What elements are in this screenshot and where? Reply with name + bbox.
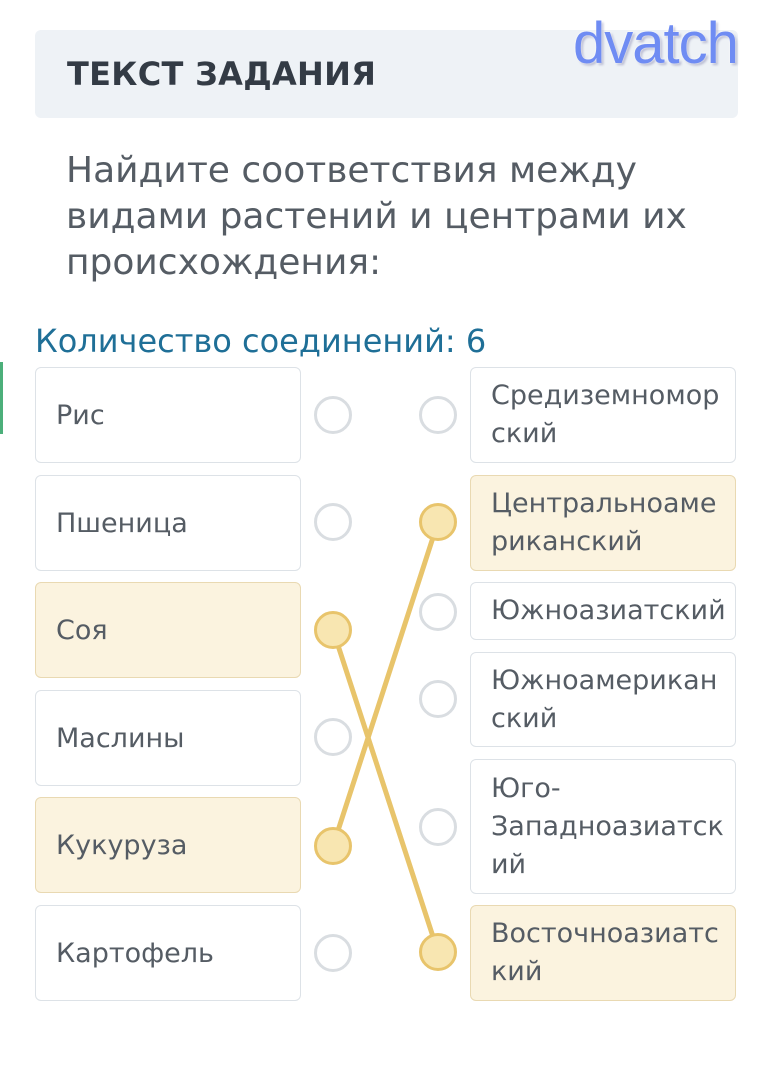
left-connector-olives[interactable] <box>314 718 352 756</box>
left-item-olives[interactable]: Маслины <box>35 690 301 786</box>
right-item-southamerican[interactable]: Южноамерикан ский <box>470 652 736 747</box>
left-connector-corn[interactable] <box>314 827 352 865</box>
right-item-label: Южноазиатский <box>491 595 726 626</box>
right-connector-mediterranean[interactable] <box>419 396 457 434</box>
right-connector-southwestasian[interactable] <box>419 808 457 846</box>
left-item-soy[interactable]: Соя <box>35 582 301 678</box>
left-connector-potato[interactable] <box>314 934 352 972</box>
right-item-label: Южноамерикан ский <box>491 664 718 734</box>
right-connector-eastasian[interactable] <box>419 933 457 971</box>
left-item-wheat[interactable]: Пшеница <box>35 475 301 571</box>
right-item-label: Центральноаме риканский <box>491 488 717 557</box>
right-item-southasian[interactable]: Южноазиатский <box>470 582 736 640</box>
right-item-mediterranean[interactable]: Средиземномор ский <box>470 367 736 463</box>
right-item-southwestasian[interactable]: Юго- Западноазиатск ий <box>470 759 736 894</box>
right-item-label: Юго- Западноазиатск ий <box>491 772 724 880</box>
left-item-label: Пшеница <box>56 507 188 539</box>
right-connector-southasian[interactable] <box>419 593 457 631</box>
left-connector-wheat[interactable] <box>314 503 352 541</box>
left-item-label: Кукуруза <box>56 829 188 861</box>
left-connector-soy[interactable] <box>314 611 352 649</box>
left-item-corn[interactable]: Кукуруза <box>35 797 301 893</box>
left-item-label: Маслины <box>56 722 185 754</box>
right-connector-centralamerican[interactable] <box>419 503 457 541</box>
right-connector-southamerican[interactable] <box>419 680 457 718</box>
right-item-eastasian[interactable]: Восточноазиатс кий <box>470 905 736 1001</box>
right-item-centralamerican[interactable]: Центральноаме риканский <box>470 475 736 571</box>
left-connector-rice[interactable] <box>314 396 352 434</box>
right-item-label: Восточноазиатс кий <box>491 918 719 987</box>
left-item-label: Рис <box>56 399 105 431</box>
left-item-label: Картофель <box>56 937 214 969</box>
left-item-potato[interactable]: Картофель <box>35 905 301 1001</box>
left-item-label: Соя <box>56 614 108 646</box>
right-item-label: Средиземномор ский <box>491 380 720 449</box>
left-item-rice[interactable]: Рис <box>35 367 301 463</box>
